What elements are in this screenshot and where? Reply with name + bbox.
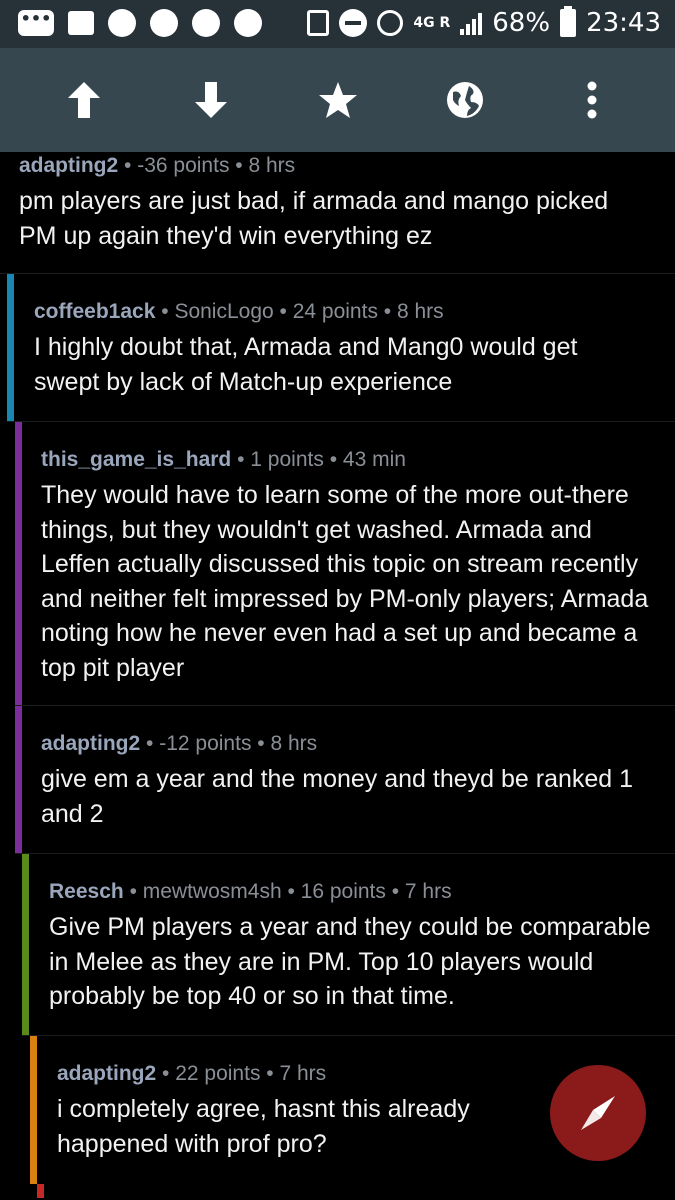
image-notification-icon [68, 11, 94, 35]
arrow-down-icon [194, 82, 227, 118]
open-browser-button[interactable] [429, 64, 501, 136]
comment-points: 24 points [292, 300, 378, 323]
clock: 23:43 [586, 8, 661, 38]
comment-time: 43 min [342, 448, 406, 471]
comment-meta: adapting2 • 22 points • 7 hrs [57, 1062, 327, 1085]
comment-points: 22 points [175, 1062, 261, 1085]
comment[interactable]: this_game_is_hard • 1 points • 43 min Th… [15, 422, 675, 706]
comment-meta: adapting2 • -12 points • 8 hrs [41, 732, 318, 755]
alarm-icon [377, 10, 404, 36]
comment-body: pm players are just bad, if armada and m… [19, 187, 609, 250]
save-button[interactable] [302, 64, 374, 136]
comment[interactable]: adapting2 • -36 points • 8 hrs pm player… [0, 152, 675, 274]
comment-meta: coffeeb1ack • SonicLogo • 24 points • 8 … [34, 300, 444, 323]
comment-author[interactable]: this_game_is_hard [41, 448, 231, 471]
comment-author[interactable]: Reesch [49, 880, 124, 903]
comment-author[interactable]: coffeeb1ack [34, 300, 155, 323]
comment-body: i completely agree, hasnt this already h… [57, 1095, 470, 1158]
comment-points: 1 points [250, 448, 324, 471]
comment[interactable]: coffeeb1ack • SonicLogo • 24 points • 8 … [7, 274, 675, 422]
signal-icon [460, 11, 483, 35]
music-notification-icon [108, 9, 136, 37]
comment-time: 7 hrs [279, 1062, 327, 1085]
upvote-button[interactable] [48, 64, 120, 136]
do-not-disturb-icon [339, 9, 368, 37]
comment-author[interactable]: adapting2 [41, 732, 140, 755]
chat-notification-icon: ••• [18, 10, 54, 36]
comment-time: 7 hrs [404, 880, 452, 903]
system-icons: 4G R 68% 23:43 [307, 6, 661, 38]
comment-thread: adapting2 • -36 points • 8 hrs pm player… [0, 152, 675, 1198]
comment-time: 8 hrs [396, 300, 444, 323]
overflow-menu-button[interactable] [556, 64, 628, 136]
comment-author[interactable]: adapting2 [19, 154, 118, 177]
comment[interactable]: adapting2 • -12 points • 8 hrs give em a… [15, 706, 675, 854]
comment-meta: adapting2 • -36 points • 8 hrs [19, 154, 296, 177]
depth-indicator [15, 422, 22, 705]
downvote-button[interactable] [175, 64, 247, 136]
arrow-up-icon [67, 82, 100, 118]
comment[interactable]: Reesch • mewtwosm4sh • 16 points • 7 hrs… [22, 854, 675, 1036]
battery-percent: 68% [492, 8, 551, 38]
comment-points: -12 points [159, 732, 252, 755]
more-vert-icon [587, 81, 596, 119]
depth-indicator [7, 274, 14, 421]
comment-body: I highly doubt that, Armada and Mang0 wo… [34, 333, 578, 396]
comment-body: They would have to learn some of the mor… [41, 481, 649, 682]
network-type: 4G R [413, 15, 451, 31]
messenger-notification-icon [234, 9, 262, 37]
comment-toolbar [0, 48, 675, 152]
comment-body: give em a year and the money and theyd b… [41, 765, 634, 828]
comment-time: 8 hrs [248, 154, 296, 177]
notification-icons: ••• [18, 9, 262, 37]
comment-points: 16 points [300, 880, 386, 903]
battery-icon [560, 6, 577, 37]
snapchat-notification-icon [192, 9, 220, 37]
comment-body: Give PM players a year and they could be… [49, 913, 651, 1010]
depth-indicator [30, 1036, 37, 1184]
comment-flair: SonicLogo [174, 300, 274, 323]
star-icon [318, 82, 357, 118]
comment-author[interactable]: adapting2 [57, 1062, 156, 1085]
next-comment-depth-indicator [37, 1184, 44, 1198]
globe-icon [446, 82, 483, 118]
navigate-comments-fab[interactable] [550, 1065, 646, 1161]
nfc-icon [307, 10, 330, 36]
compass-icon [581, 1096, 615, 1130]
status-bar: ••• 4G R 68% 23:43 [0, 0, 675, 48]
comment-flair: mewtwosm4sh [142, 880, 282, 903]
comment-meta: this_game_is_hard • 1 points • 43 min [41, 448, 406, 471]
comment-time: 8 hrs [270, 732, 318, 755]
music-notification-icon-2 [150, 9, 178, 37]
depth-indicator [22, 854, 29, 1035]
depth-indicator [15, 706, 22, 853]
comment-points: -36 points [137, 154, 230, 177]
comment-meta: Reesch • mewtwosm4sh • 16 points • 7 hrs [49, 880, 452, 903]
